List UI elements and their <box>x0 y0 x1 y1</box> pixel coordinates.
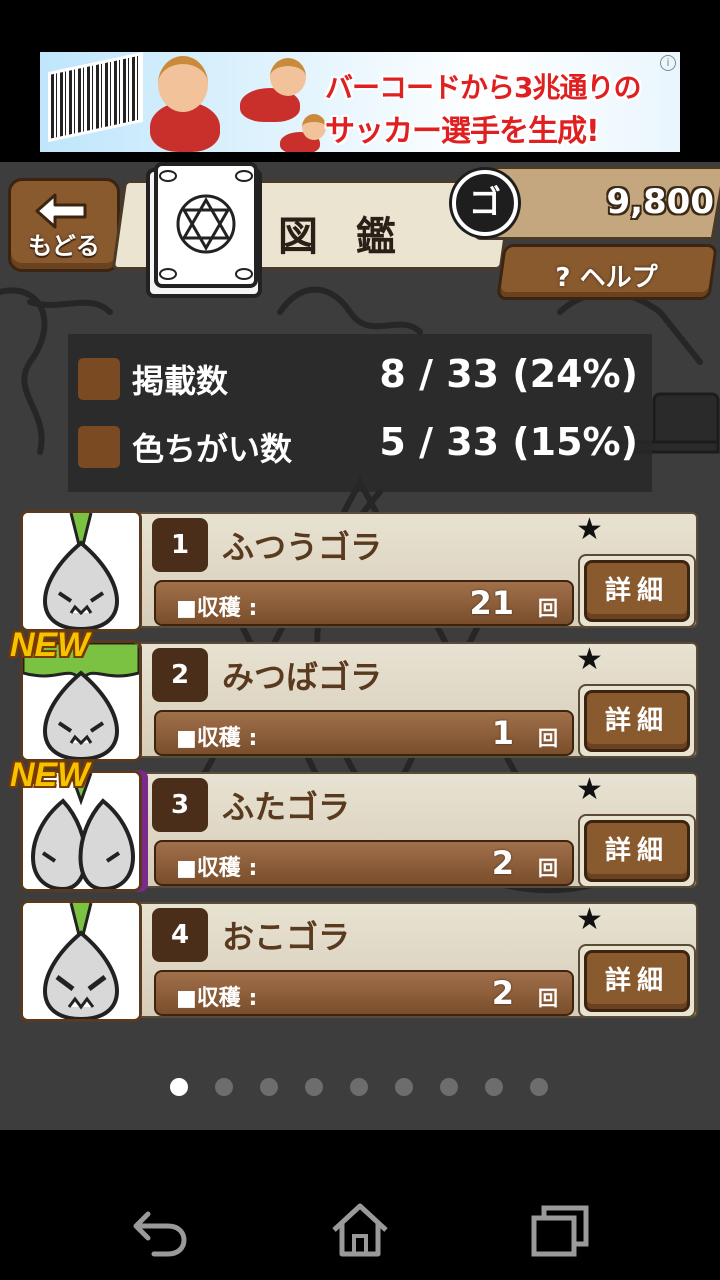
help-button[interactable]: ? ヘルプ <box>496 244 718 300</box>
harvest-label: ■収穫 : <box>176 596 258 621</box>
new-badge: NEW <box>10 626 90 664</box>
entry-name: みつばゴラ <box>222 658 383 696</box>
stat-label: 色ちがい数 <box>132 430 293 468</box>
harvest-label: ■収穫 : <box>176 726 258 751</box>
harvest-unit: 回 <box>538 726 558 750</box>
harvest-unit: 回 <box>538 596 558 620</box>
encyclopedia-screen: もどる 図 鑑 ゴ 9,800 ? ヘルプ 掲載数 8 / 33 (24%) 色… <box>0 162 720 1130</box>
harvest-count: 2 <box>491 844 514 882</box>
ad-banner[interactable]: バーコードから3兆通りの サッカー選手を生成! i <box>40 52 680 152</box>
list-item[interactable]: NEW 2 みつばゴラ ★ ■収穫 : 1 回 詳細 <box>10 626 700 762</box>
star-icon: ★ <box>576 902 603 937</box>
arrow-left-icon <box>35 193 87 229</box>
detail-button[interactable]: 詳細 <box>584 560 690 622</box>
entry-name: ふたゴラ <box>222 788 351 826</box>
currency-coin-icon: ゴ <box>452 170 518 236</box>
stat-label: 掲載数 <box>132 362 229 400</box>
page-dot[interactable] <box>170 1078 188 1096</box>
stat-marker <box>78 426 120 468</box>
help-label: ? ヘルプ <box>555 263 658 293</box>
stat-row-color-variant: 色ちがい数 5 / 33 (15%) <box>78 420 638 468</box>
page-dot[interactable] <box>260 1078 278 1096</box>
list-item[interactable]: 1 ふつうゴラ ★ ■収穫 : 21 回 詳細 <box>20 510 700 632</box>
page-dot[interactable] <box>305 1078 323 1096</box>
star-icon: ★ <box>576 512 603 547</box>
player-head <box>158 56 208 112</box>
ad-headline-1: バーコードから3兆通りの <box>325 71 641 104</box>
page-dot[interactable] <box>350 1078 368 1096</box>
page-dot[interactable] <box>395 1078 413 1096</box>
page-dot[interactable] <box>215 1078 233 1096</box>
harvest-bar: ■収穫 : 21 回 <box>154 580 574 626</box>
harvest-unit: 回 <box>538 986 558 1010</box>
player-head <box>302 114 326 140</box>
recent-apps-icon[interactable] <box>530 1200 590 1260</box>
harvest-count: 1 <box>491 714 514 752</box>
detail-button-frame: 詳細 <box>578 944 696 1018</box>
ad-headline-2: サッカー選手を生成! <box>325 114 600 149</box>
page-title: 図 鑑 <box>278 214 408 260</box>
player-head <box>270 58 306 96</box>
harvest-unit: 回 <box>538 856 558 880</box>
info-icon[interactable]: i <box>660 55 676 71</box>
star-icon: ★ <box>576 642 603 677</box>
gora-portrait[interactable] <box>20 900 142 1022</box>
harvest-bar: ■収穫 : 2 回 <box>154 840 574 886</box>
book-icon <box>146 162 262 298</box>
page-dot[interactable] <box>485 1078 503 1096</box>
gora-portrait[interactable] <box>20 510 142 632</box>
detail-button-frame: 詳細 <box>578 684 696 758</box>
harvest-count: 21 <box>469 584 514 622</box>
stat-marker <box>78 358 120 400</box>
page-dot[interactable] <box>440 1078 458 1096</box>
stat-row-registered: 掲載数 8 / 33 (24%) <box>78 352 638 400</box>
harvest-label: ■収穫 : <box>176 986 258 1011</box>
page-dot[interactable] <box>530 1078 548 1096</box>
list-item[interactable]: NEW 3 ふたゴラ ★ ■収穫 : 2 回 詳細 <box>10 756 700 892</box>
entry-number: 4 <box>152 908 208 962</box>
new-badge: NEW <box>10 756 90 794</box>
star-icon: ★ <box>576 772 603 807</box>
harvest-bar: ■収穫 : 2 回 <box>154 970 574 1016</box>
detail-button-frame: 詳細 <box>578 554 696 628</box>
back-label: もどる <box>28 232 100 260</box>
back-nav-icon[interactable] <box>130 1200 190 1260</box>
currency-value: 9,800 <box>606 182 714 222</box>
detail-button-frame: 詳細 <box>578 814 696 888</box>
detail-button[interactable]: 詳細 <box>584 950 690 1012</box>
stats-panel: 掲載数 8 / 33 (24%) 色ちがい数 5 / 33 (15%) <box>68 334 652 492</box>
entry-name: ふつうゴラ <box>222 528 383 566</box>
list-item[interactable]: 4 おこゴラ ★ ■収穫 : 2 回 詳細 <box>20 900 700 1022</box>
back-button[interactable]: もどる <box>8 178 120 272</box>
detail-button[interactable]: 詳細 <box>584 690 690 752</box>
gora-angry-icon <box>23 903 139 1019</box>
harvest-label: ■収穫 : <box>176 856 258 881</box>
entry-number: 2 <box>152 648 208 702</box>
gora-normal-icon <box>23 513 139 629</box>
entry-number: 1 <box>152 518 208 572</box>
system-nav-bar <box>0 1130 720 1280</box>
home-nav-icon[interactable] <box>330 1200 390 1260</box>
pagination-dots <box>170 1078 550 1098</box>
stat-value: 8 / 33 (24%) <box>379 352 638 396</box>
harvest-bar: ■収穫 : 1 回 <box>154 710 574 756</box>
entry-number: 3 <box>152 778 208 832</box>
barcode-image <box>48 52 143 143</box>
stat-value: 5 / 33 (15%) <box>379 420 638 464</box>
harvest-count: 2 <box>491 974 514 1012</box>
detail-button[interactable]: 詳細 <box>584 820 690 882</box>
entry-name: おこゴラ <box>222 918 351 956</box>
